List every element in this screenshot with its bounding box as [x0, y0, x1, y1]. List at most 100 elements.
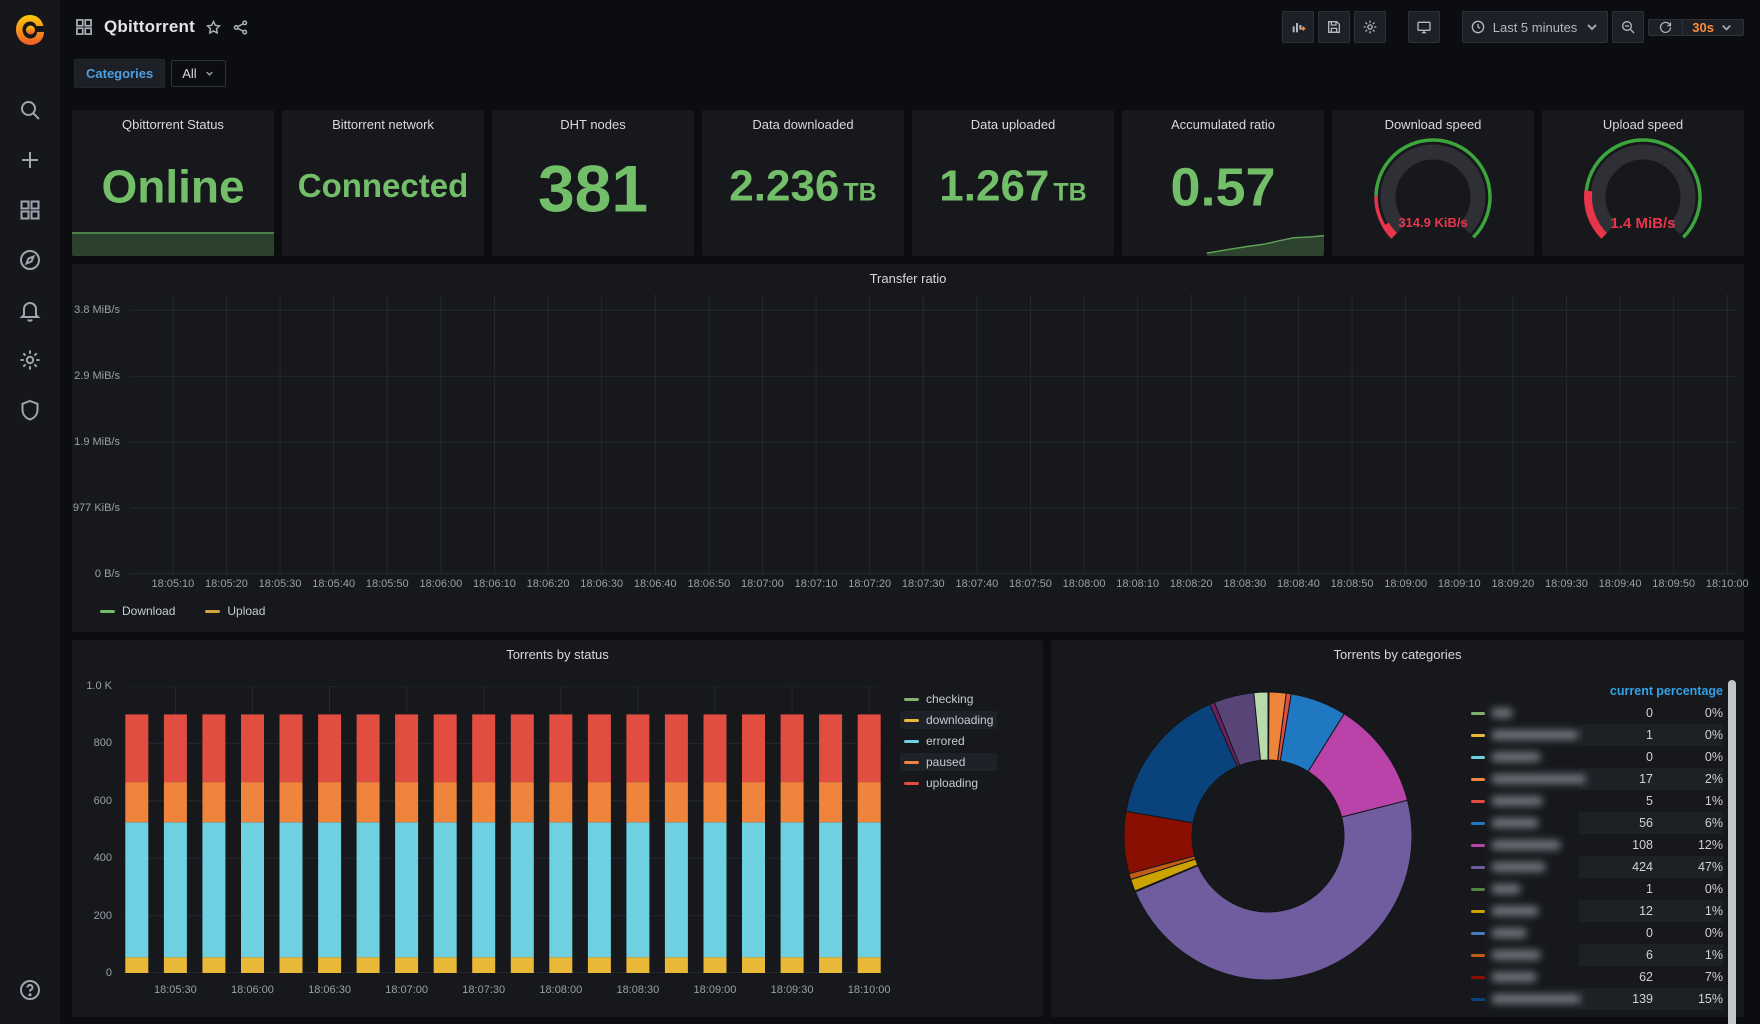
share-icon[interactable] — [232, 19, 249, 36]
admin-shield-icon[interactable] — [18, 398, 42, 422]
x-tick-label: 18:07:50 — [1009, 578, 1052, 590]
status-plot-area[interactable] — [124, 685, 882, 974]
panel-title[interactable]: Accumulated ratio — [1122, 110, 1324, 132]
table-scrollbar[interactable] — [1728, 680, 1736, 1024]
cycle-view-tv-button[interactable] — [1407, 11, 1440, 43]
categories-table: current percentage 0 0% 1 0% 0 0% 17 2% 5 1% 56 6% 1… — [1471, 680, 1723, 1010]
explore-compass-icon[interactable] — [18, 248, 42, 272]
category-row: 1 0% — [1471, 724, 1723, 746]
x-tick-label: 18:09:40 — [1598, 578, 1642, 590]
category-row: 1 0% — [1471, 878, 1723, 900]
x-tick-label: 18:08:20 — [1169, 578, 1213, 590]
configuration-gear-icon[interactable] — [18, 348, 42, 372]
star-icon[interactable] — [205, 19, 222, 36]
panel-transfer-ratio: Transfer ratio 0 B/s 977 KiB/s 1.9 MiB/s 2.… — [0, 264, 1749, 632]
panel-data-downloaded[interactable]: Data downloaded 2.236 TB — [702, 110, 904, 256]
upload-speed-gauge: 1.4 MiB/s — [1580, 134, 1706, 256]
y-tick-label: 800 — [93, 737, 112, 750]
category-color-dash — [1471, 953, 1485, 957]
panel-qbittorrent-status[interactable]: Qbittorrent Status Online — [72, 110, 274, 256]
x-tick-label: 18:06:30 — [308, 984, 351, 996]
panel-dht-nodes[interactable]: DHT nodes 381 — [492, 110, 694, 256]
category-row: 12 1% — [1471, 900, 1723, 922]
category-label-redacted — [1491, 708, 1513, 718]
save-dashboard-button[interactable] — [1317, 11, 1350, 43]
panel-data-uploaded[interactable]: Data uploaded 1.267 TB — [912, 110, 1114, 256]
category-color-dash — [1471, 799, 1485, 803]
category-percentage-value: 1% — [1704, 794, 1723, 808]
category-color-dash — [1471, 887, 1485, 891]
dashboards-icon[interactable] — [18, 198, 42, 222]
alerting-bell-icon[interactable] — [18, 298, 42, 322]
panel-title[interactable]: Data downloaded — [702, 110, 904, 132]
legend-item-upload[interactable]: Upload — [201, 602, 269, 620]
add-panel-button[interactable] — [1281, 11, 1314, 43]
time-range-picker[interactable]: Last 5 minutes — [1461, 11, 1609, 43]
x-tick-label: 18:08:50 — [1330, 578, 1374, 590]
panel-title[interactable]: Bittorrent network — [282, 110, 484, 132]
refresh-button[interactable] — [1649, 20, 1682, 35]
panel-bittorrent-network[interactable]: Bittorrent network Connected — [282, 110, 484, 256]
category-row: 6 1% — [1471, 944, 1723, 966]
transfer-x-axis: 18:05:10 18:05:20 18:05:30 18:05:40 18:05:50… — [130, 578, 1748, 594]
variables-row: Categories All — [60, 54, 1760, 96]
stat-value: Online — [101, 160, 245, 213]
x-tick-label: 18:07:30 — [901, 578, 945, 590]
col-header-current[interactable]: current — [1595, 684, 1653, 698]
transfer-y-axis: 0 B/s 977 KiB/s 1.9 MiB/s 2.9 MiB/s 3.8 MiB/… — [72, 294, 128, 580]
category-current-value: 1 — [1646, 882, 1653, 896]
legend-item-downloading[interactable]: downloading — [900, 711, 998, 729]
gauge-value: 1.4 MiB/s — [1610, 215, 1676, 232]
legend-label: downloading — [926, 713, 994, 727]
x-tick-label: 18:06:00 — [231, 984, 274, 996]
main-area: Qbittorrent Last 5 minutes 30s Categorie… — [0, 0, 1760, 1024]
legend-item-paused[interactable]: paused — [900, 753, 998, 771]
category-percentage-value: 0% — [1704, 706, 1723, 720]
col-header-percentage[interactable]: percentage — [1653, 684, 1723, 698]
categories-donut-chart[interactable] — [1118, 686, 1418, 991]
category-label-redacted — [1491, 840, 1561, 850]
panel-title[interactable]: DHT nodes — [492, 110, 694, 132]
search-icon[interactable] — [18, 98, 42, 122]
y-tick-label: 400 — [93, 852, 112, 865]
help-icon[interactable] — [18, 978, 42, 1002]
legend-item-uploading[interactable]: uploading — [900, 774, 997, 792]
category-percentage-value: 7% — [1704, 970, 1723, 984]
dashboard-settings-button[interactable] — [1353, 11, 1386, 43]
category-color-dash — [1471, 711, 1485, 715]
panel-upload-speed[interactable]: Upload speed 1.4 MiB/s — [1542, 110, 1744, 256]
transfer-plot-area[interactable] — [0, 294, 1738, 575]
grafana-logo[interactable] — [0, 0, 60, 60]
panel-download-speed[interactable]: Download speed 314.9 KiB/s — [1332, 110, 1534, 256]
breadcrumb: Qbittorrent — [74, 17, 249, 37]
stat-value: Connected — [297, 167, 469, 205]
legend-item-checking[interactable]: checking — [900, 690, 997, 708]
legend-item-errored[interactable]: errored — [900, 732, 997, 750]
legend-item-download[interactable]: Download — [96, 602, 179, 620]
panel-torrents-by-status: Torrents by status 0 200 400 600 800 1.0 K 18… — [72, 640, 1043, 1017]
stat-value: 2.236 TB — [729, 161, 877, 211]
variable-label-categories[interactable]: Categories — [74, 58, 166, 88]
refresh-interval-dropdown[interactable]: 30s — [1682, 19, 1743, 35]
zoom-out-button[interactable] — [1612, 11, 1645, 43]
panel-title[interactable]: Qbittorrent Status — [72, 110, 274, 132]
category-row: 5 1% — [1471, 790, 1723, 812]
category-label-redacted — [1491, 928, 1527, 938]
category-current-value: 424 — [1632, 860, 1653, 874]
create-plus-icon[interactable] — [18, 148, 42, 172]
panel-title[interactable]: Transfer ratio — [72, 264, 1744, 286]
panel-title[interactable]: Upload speed — [1542, 110, 1744, 132]
category-current-value: 62 — [1639, 970, 1653, 984]
category-label-redacted — [1491, 796, 1543, 806]
category-percentage-value: 1% — [1704, 904, 1723, 918]
panel-accumulated-ratio[interactable]: Accumulated ratio 0.57 — [1122, 110, 1324, 256]
category-row: 62 7% — [1471, 966, 1723, 988]
panel-title[interactable]: Data uploaded — [912, 110, 1114, 132]
panel-title[interactable]: Download speed — [1332, 110, 1534, 132]
x-tick-label: 18:06:00 — [419, 578, 463, 590]
panel-title[interactable]: Torrents by categories — [1051, 640, 1744, 662]
variable-value-dropdown[interactable]: All — [171, 59, 226, 87]
category-label-redacted — [1491, 774, 1586, 784]
panel-title[interactable]: Torrents by status — [72, 640, 1043, 662]
legend-label: Upload — [227, 604, 266, 618]
